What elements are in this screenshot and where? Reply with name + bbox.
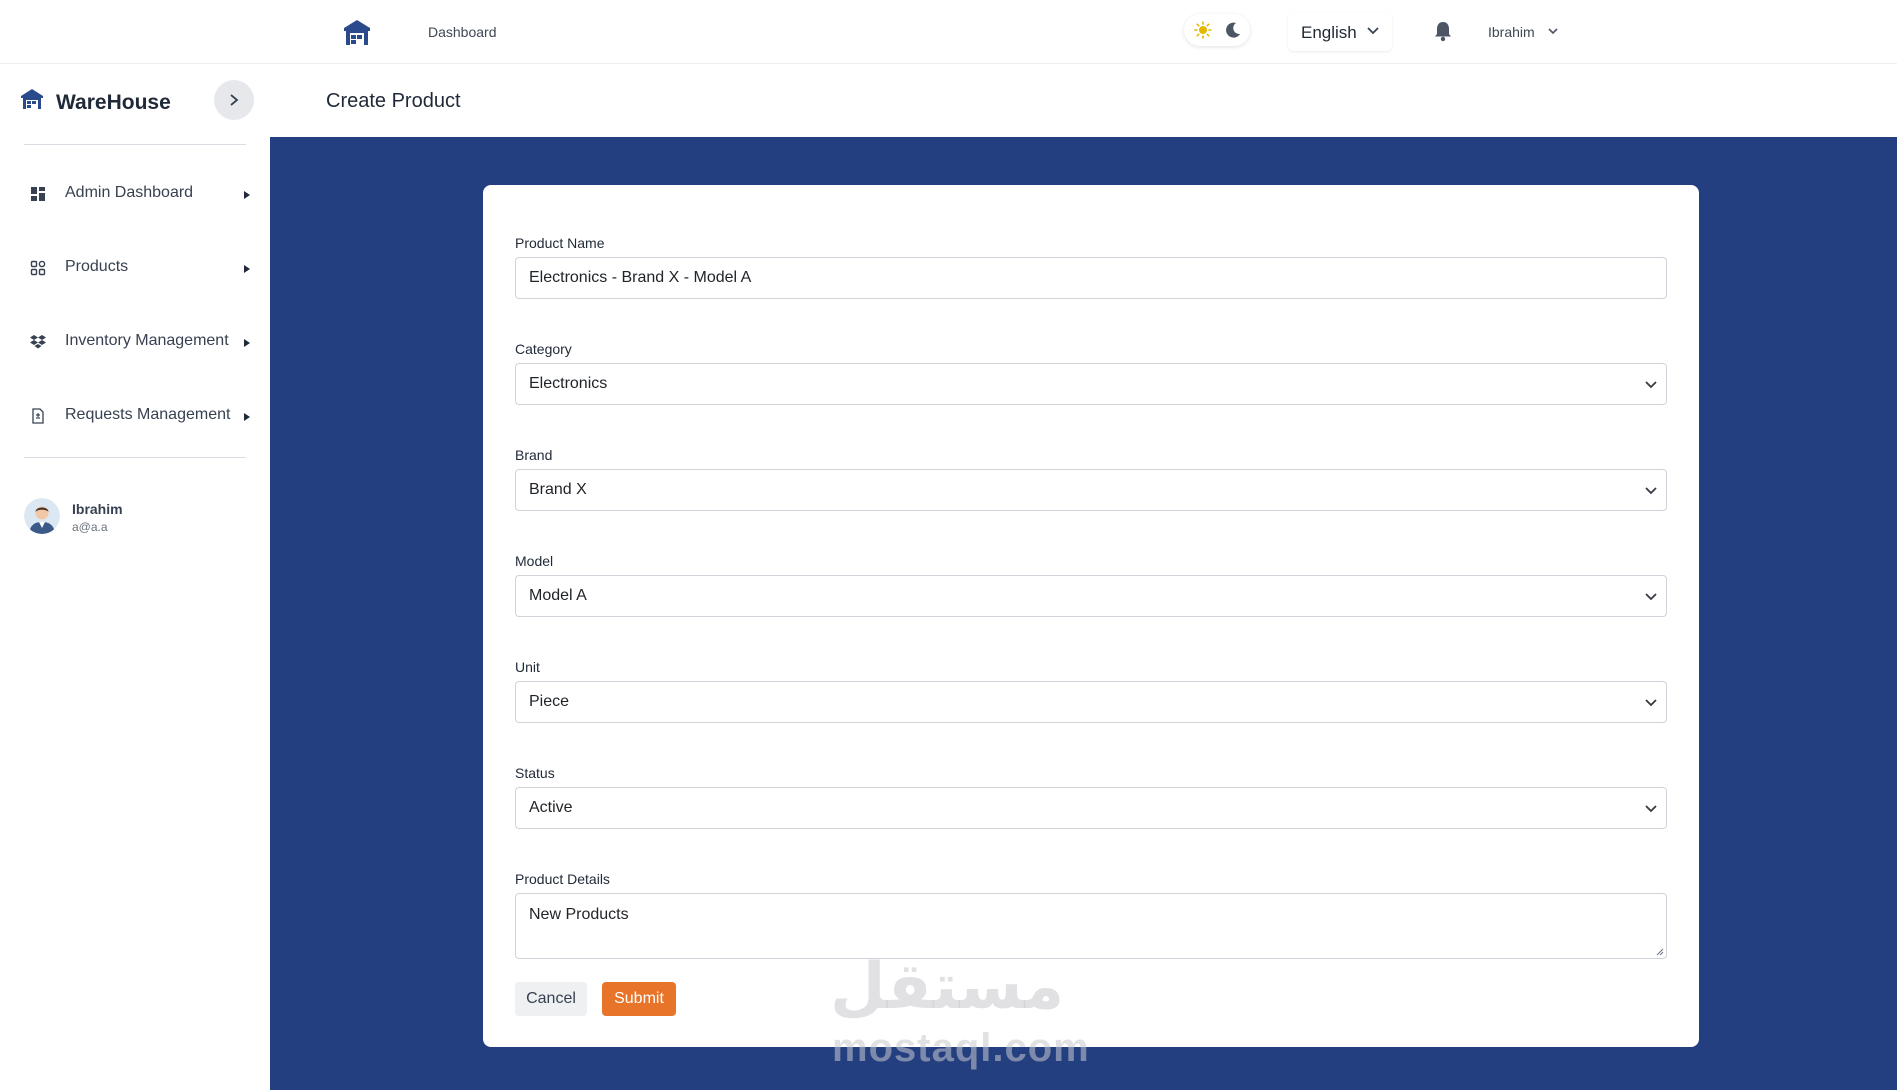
watermark-arabic: مستقل <box>830 950 1065 1024</box>
dashboard-link[interactable]: Dashboard <box>428 24 497 40</box>
moon-icon <box>1226 22 1240 38</box>
submit-button[interactable]: Submit <box>602 982 676 1016</box>
caret-right-icon <box>244 265 250 273</box>
category-value: Electronics <box>529 375 608 392</box>
unit-label: Unit <box>515 659 540 675</box>
sidebar-item-label: Admin Dashboard <box>65 184 194 201</box>
dashboard-grid-icon <box>31 187 45 201</box>
warehouse-logo-icon <box>21 89 43 109</box>
model-select[interactable]: Model A <box>515 575 1667 617</box>
cancel-button[interactable]: Cancel <box>515 982 587 1016</box>
model-value: Model A <box>529 587 587 604</box>
sidebar-item-label: Requests Management <box>65 406 231 423</box>
product-details-value: New Products <box>529 906 629 923</box>
chevron-down-icon <box>1645 805 1657 813</box>
brand-select[interactable]: Brand X <box>515 469 1667 511</box>
top-bar: Dashboard English Ibrahim <box>0 0 1897 64</box>
warehouse-home-icon[interactable] <box>342 18 372 46</box>
product-name-value: Electronics - Brand X - Model A <box>529 269 752 286</box>
category-label: Category <box>515 341 572 357</box>
sidebar-divider <box>24 144 246 145</box>
dropbox-icon <box>30 335 46 349</box>
sidebar-item-requests-management[interactable]: Requests Management <box>24 394 254 438</box>
sidebar-item-label: Products <box>65 258 129 275</box>
language-label: English <box>1301 23 1357 42</box>
bell-icon[interactable] <box>1433 20 1453 42</box>
document-icon <box>32 408 44 424</box>
profile-name: Ibrahim <box>72 501 123 517</box>
sidebar-collapse-button[interactable] <box>214 80 254 120</box>
chevron-down-icon <box>1645 593 1657 601</box>
brand-name: WareHouse <box>56 91 171 114</box>
watermark-latin: mostaql.com <box>832 1026 1090 1070</box>
status-label: Status <box>515 765 555 781</box>
sidebar-item-products[interactable]: Products <box>24 246 254 290</box>
sidebar-divider <box>24 457 246 458</box>
product-name-input[interactable]: Electronics - Brand X - Model A <box>515 257 1667 299</box>
brand-value: Brand X <box>529 481 587 498</box>
products-grid-icon <box>30 260 46 276</box>
create-product-form: Product Name Electronics - Brand X - Mod… <box>483 185 1699 1047</box>
category-select[interactable]: Electronics <box>515 363 1667 405</box>
sidebar: WareHouse Admin Dashboard Products Inven… <box>0 64 270 1090</box>
resize-grip-icon[interactable] <box>1656 948 1664 956</box>
caret-right-icon <box>244 191 250 199</box>
caret-right-icon <box>244 413 250 421</box>
avatar[interactable] <box>24 498 60 534</box>
page-title: Create Product <box>326 90 461 112</box>
chevron-down-icon <box>1645 699 1657 707</box>
language-select[interactable]: English <box>1288 13 1392 51</box>
chevron-down-icon <box>1645 487 1657 495</box>
sidebar-item-label: Inventory Management <box>65 332 229 349</box>
sun-icon <box>1194 21 1212 39</box>
chevron-down-icon <box>1367 27 1379 35</box>
theme-toggle[interactable] <box>1184 14 1250 46</box>
product-details-textarea[interactable]: New Products <box>515 893 1667 959</box>
caret-right-icon <box>244 339 250 347</box>
product-name-label: Product Name <box>515 235 605 251</box>
unit-select[interactable]: Piece <box>515 681 1667 723</box>
chevron-right-icon <box>230 94 239 106</box>
chevron-down-icon[interactable] <box>1547 27 1559 36</box>
product-details-label: Product Details <box>515 871 610 887</box>
status-select[interactable]: Active <box>515 787 1667 829</box>
sidebar-item-inventory-management[interactable]: Inventory Management <box>24 320 254 364</box>
status-value: Active <box>529 799 573 816</box>
sidebar-item-admin-dashboard[interactable]: Admin Dashboard <box>24 172 254 216</box>
unit-value: Piece <box>529 693 570 710</box>
chevron-down-icon <box>1645 381 1657 389</box>
user-menu[interactable]: Ibrahim <box>1488 24 1535 40</box>
model-label: Model <box>515 553 554 569</box>
profile-email: a@a.a <box>72 520 108 534</box>
brand-label: Brand <box>515 447 553 463</box>
